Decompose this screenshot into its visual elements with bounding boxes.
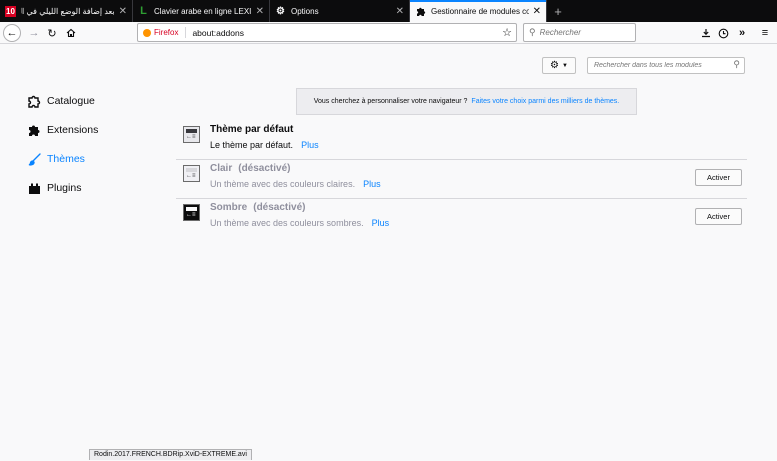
firefox-logo-icon	[143, 28, 151, 37]
forward-arrow-icon[interactable]: →	[25, 24, 43, 42]
list-item[interactable]: ←≡ Sombre (désactivé) Un thème avec des c…	[176, 199, 747, 238]
category-catalogue[interactable]: Catalogue	[27, 94, 95, 108]
theme-discovery-banner: Vous cherchez à personnaliser votre navi…	[296, 88, 637, 115]
tab-title: بعد إضافة الوضع الليلي في التويتر وا	[21, 6, 115, 16]
puzzle-icon	[415, 6, 426, 17]
browser-search-box[interactable]: ⚲	[523, 23, 636, 42]
tab-addons-manager[interactable]: Gestionnaire de modules complémentaires …	[410, 0, 547, 22]
home-icon[interactable]	[62, 24, 80, 42]
theme-name: Thème par défaut	[210, 124, 294, 135]
tab-title: Options	[291, 6, 319, 16]
theme-name: Clair (désactivé)	[210, 163, 291, 174]
theme-list: ←≡ Thème par défaut Le thème par défaut.…	[176, 121, 747, 238]
tab-options[interactable]: ⚙ Options ✕	[270, 0, 410, 22]
back-arrow-icon[interactable]: ←	[3, 24, 21, 42]
more-link[interactable]: Plus	[363, 179, 381, 189]
search-icon[interactable]: ⚲	[733, 59, 740, 70]
category-label: Plugins	[47, 182, 82, 194]
theme-description: Un thème avec des couleurs claires. Plus	[210, 179, 381, 189]
category-extensions[interactable]: Extensions	[27, 123, 98, 137]
gear-icon: ⚙	[276, 5, 285, 17]
list-item[interactable]: ←≡ Thème par défaut Le thème par défaut.…	[176, 121, 747, 160]
theme-preview-icon: ←≡	[183, 126, 200, 143]
more-link[interactable]: Plus	[301, 140, 319, 150]
category-label: Thèmes	[47, 153, 85, 165]
plugin-icon	[27, 181, 41, 195]
banner-text: Vous cherchez à personnaliser votre navi…	[313, 98, 468, 105]
theme-name: Sombre (désactivé)	[210, 202, 306, 213]
identity-box[interactable]: Firefox	[143, 28, 178, 37]
link-status-panel: Rodin.2017.FRENCH.BDRip.XviD-EXTREME.avi	[89, 449, 252, 460]
catalog-icon	[27, 94, 41, 108]
theme-preview-icon: ←≡	[183, 204, 200, 221]
theme-description: Un thème avec des couleurs sombres. Plus	[210, 218, 390, 228]
close-tab-icon[interactable]: ✕	[533, 6, 541, 17]
more-link[interactable]: Plus	[372, 218, 390, 228]
url-bar[interactable]: Firefox about:addons ☆	[137, 23, 517, 42]
new-tab-plus-icon[interactable]: +	[547, 0, 569, 22]
category-label: Catalogue	[47, 95, 95, 107]
brush-icon	[27, 152, 41, 166]
downloads-icon[interactable]	[697, 24, 715, 42]
activate-button[interactable]: Activer	[695, 169, 742, 186]
chevron-down-icon: ▼	[562, 62, 568, 69]
close-tab-icon[interactable]: ✕	[119, 6, 127, 17]
tab-title: Gestionnaire de modules complémentaires	[431, 6, 529, 16]
history-clock-icon[interactable]	[714, 24, 732, 42]
theme-description: Le thème par défaut. Plus	[210, 140, 319, 150]
puzzle-icon	[27, 123, 41, 137]
overflow-chevron-icon[interactable]: »	[733, 24, 751, 42]
search-icon: ⚲	[529, 27, 536, 37]
browser-search-input[interactable]	[539, 28, 630, 37]
addons-search-box[interactable]: ⚲	[587, 57, 745, 74]
url-text[interactable]: about:addons	[192, 28, 244, 38]
reload-icon[interactable]: ↻	[43, 24, 61, 42]
hamburger-menu-icon[interactable]: ≡	[756, 24, 774, 42]
status-badge: (désactivé)	[253, 202, 306, 213]
bookmark-star-icon[interactable]: ☆	[502, 26, 512, 39]
category-label: Extensions	[47, 124, 99, 136]
gear-icon: ⚙	[550, 60, 559, 71]
list-item[interactable]: ←≡ Clair (désactivé) Un thème avec des co…	[176, 160, 747, 199]
banner-link[interactable]: Faites votre choix parmi des milliers de…	[471, 98, 619, 105]
theme-preview-icon: ←≡	[183, 165, 200, 182]
close-tab-icon[interactable]: ✕	[396, 6, 404, 17]
status-badge: (désactivé)	[238, 163, 291, 174]
url-separator	[185, 27, 187, 38]
identity-label: Firefox	[154, 28, 179, 37]
addons-search-input[interactable]	[588, 58, 728, 73]
tab-title: Clavier arabe en ligne LEXILOGOS	[154, 6, 252, 16]
site-favicon: L	[140, 5, 147, 17]
category-themes[interactable]: Thèmes	[27, 152, 85, 166]
activate-button[interactable]: Activer	[695, 208, 742, 225]
tab-twitter-night-mode[interactable]: 10 بعد إضافة الوضع الليلي في التويتر وا …	[0, 0, 133, 22]
site-favicon: 10	[5, 5, 16, 17]
close-tab-icon[interactable]: ✕	[256, 6, 264, 17]
tab-strip: 10 بعد إضافة الوضع الليلي في التويتر وا …	[0, 0, 777, 22]
category-plugins[interactable]: Plugins	[27, 181, 81, 195]
tools-menu-button[interactable]: ⚙ ▼	[542, 57, 576, 74]
navigation-toolbar: ← → ↻ Firefox about:addons ☆ ⚲ » ≡	[0, 22, 777, 44]
tab-lexilogos[interactable]: L Clavier arabe en ligne LEXILOGOS ✕	[133, 0, 270, 22]
addons-manager-page: ⚙▼ ⚲ Catalogue Extensions Thèmes Plugins…	[0, 45, 777, 461]
